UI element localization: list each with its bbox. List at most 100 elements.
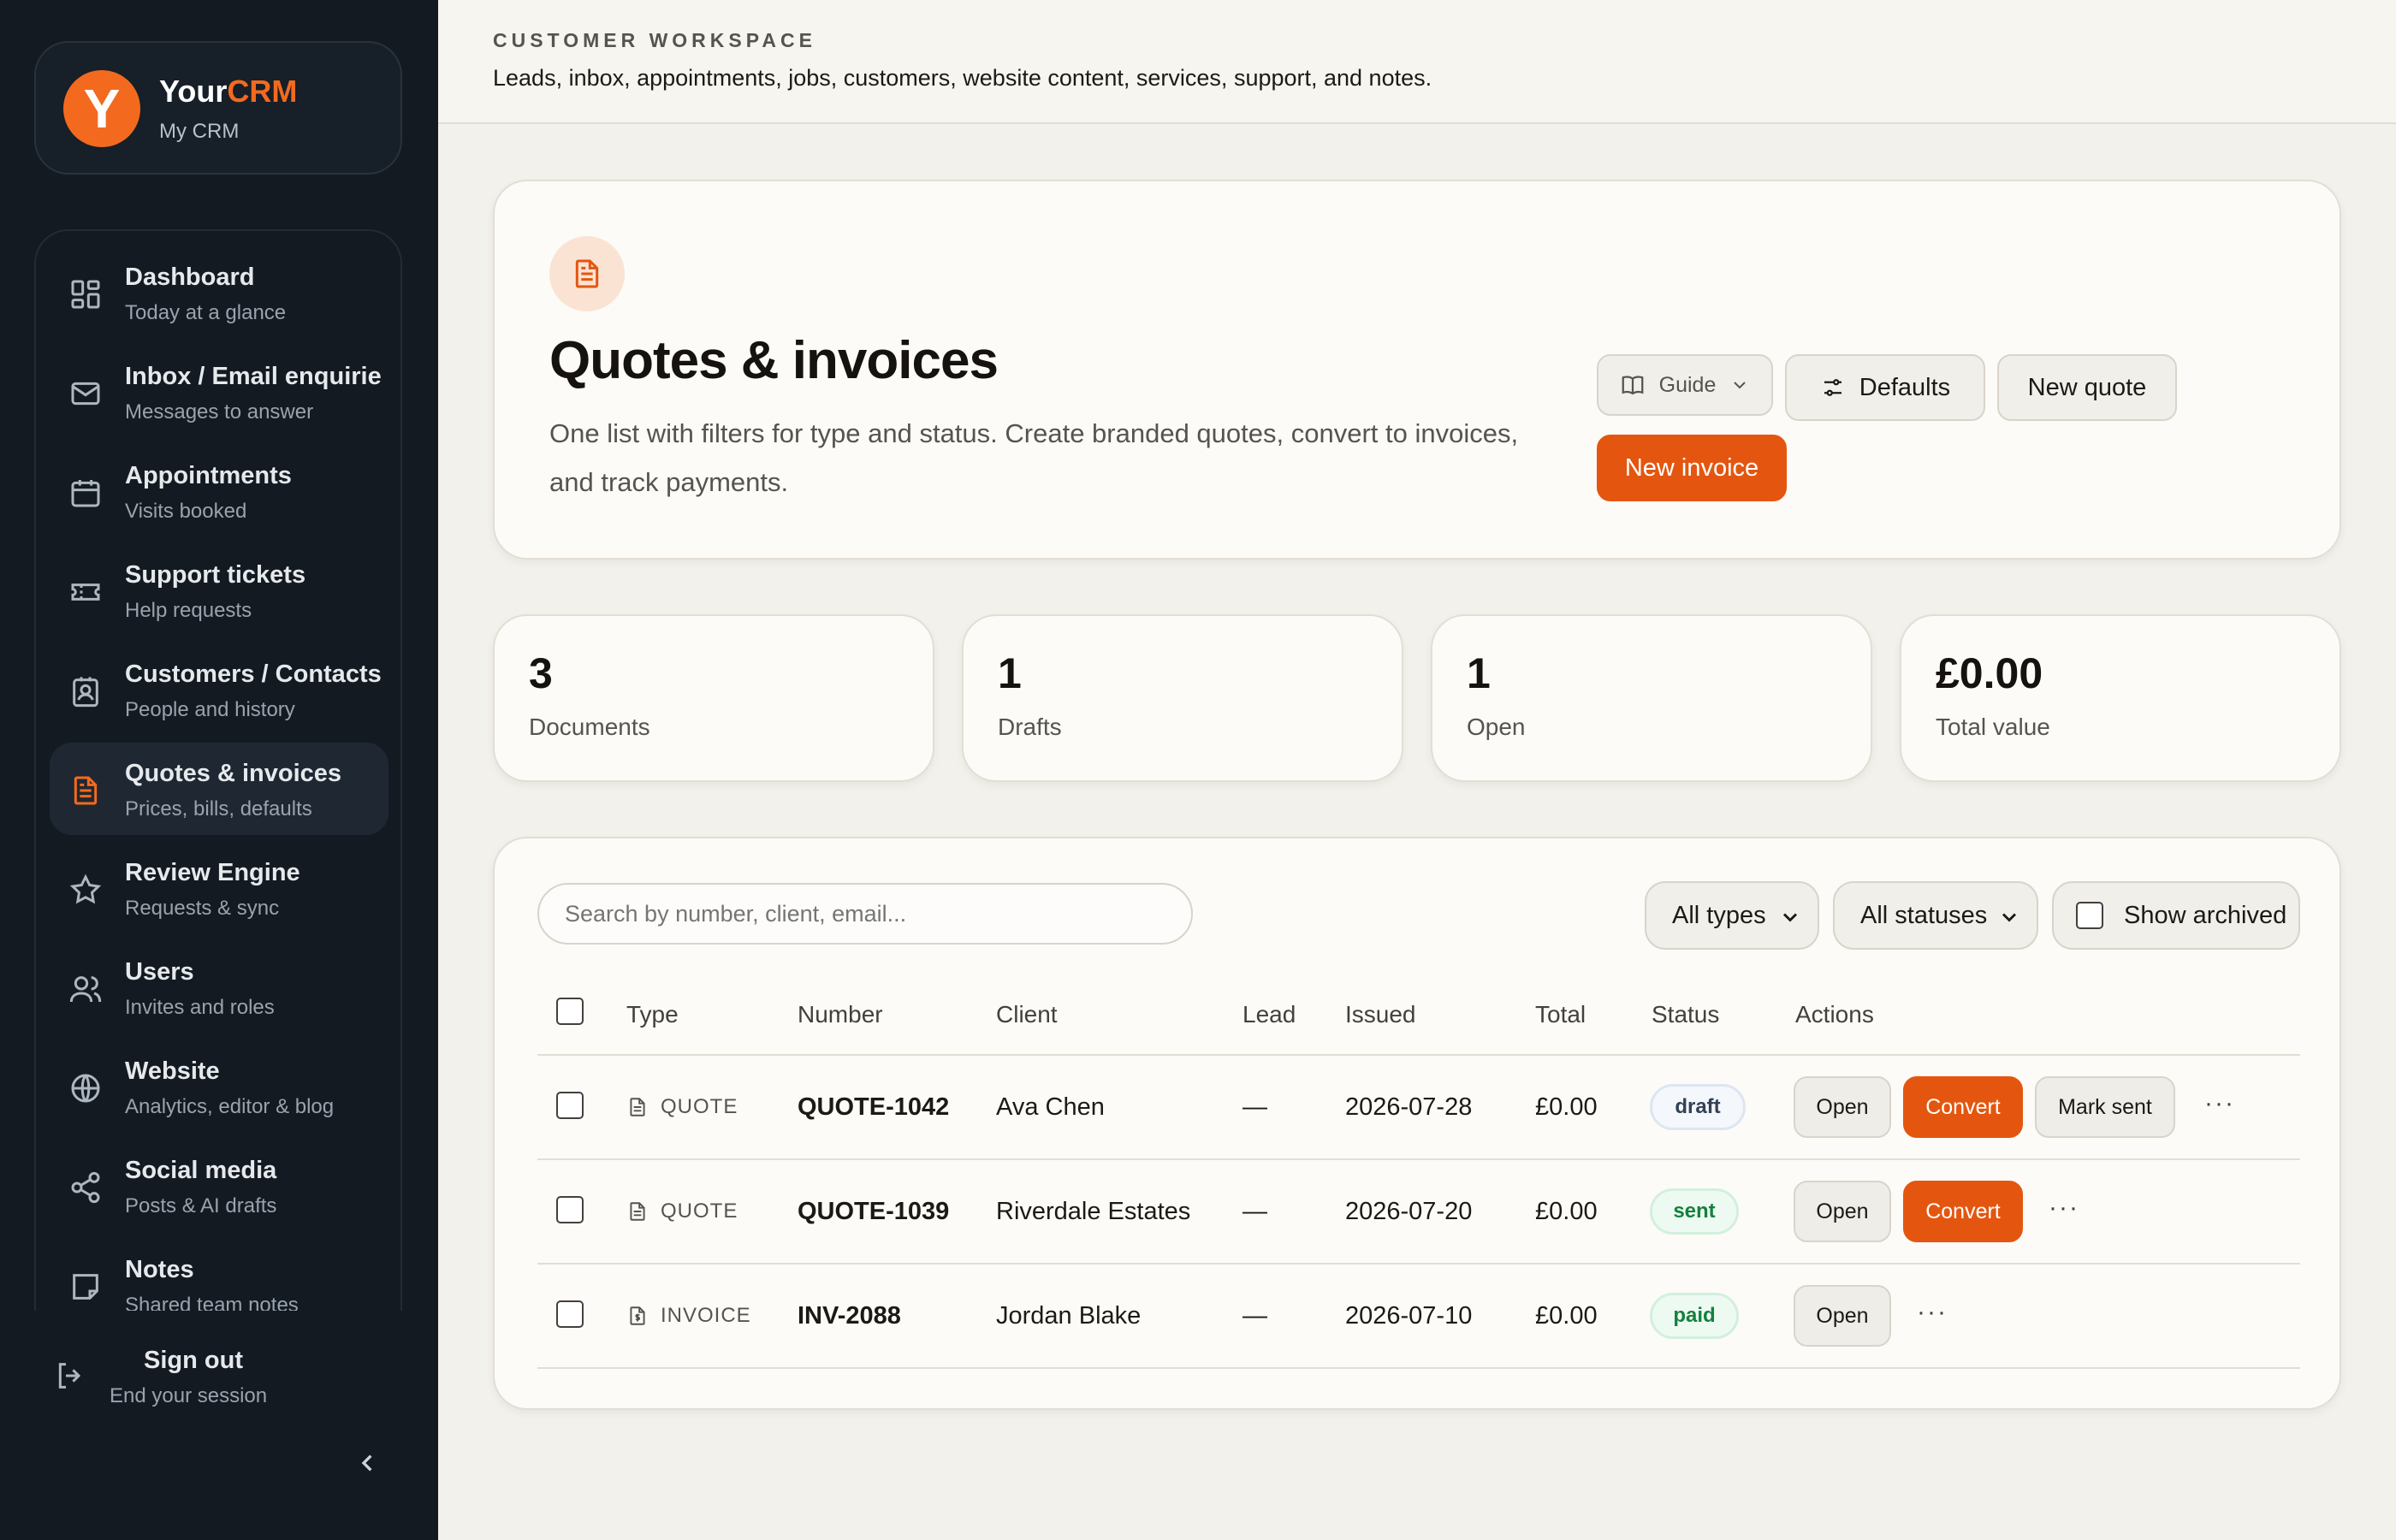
open-button[interactable]: Open <box>1794 1181 1891 1242</box>
column-header-issued[interactable]: Issued <box>1345 1001 1416 1028</box>
row-number[interactable]: QUOTE-1039 <box>798 1160 949 1263</box>
status-filter-value: All statuses <box>1860 901 1988 929</box>
sidebar-item-appointments[interactable]: Appointments Visits booked <box>50 445 388 537</box>
table-row[interactable]: INVOICE INV-2088 Jordan Blake — 2026-07-… <box>495 1265 2343 1367</box>
sidebar-item-inbox[interactable]: Inbox / Email enquiries Messages to answ… <box>50 346 388 438</box>
workspace-eyebrow: CUSTOMER WORKSPACE <box>493 29 816 51</box>
chevron-down-icon <box>2002 913 2017 922</box>
table-row[interactable]: QUOTE QUOTE-1039 Riverdale Estates — 202… <box>495 1160 2343 1263</box>
more-actions-icon[interactable]: ··· <box>2204 1091 2235 1116</box>
column-header-lead[interactable]: Lead <box>1242 1001 1296 1028</box>
defaults-button[interactable]: Defaults <box>1785 354 1985 421</box>
guide-button[interactable]: Guide <box>1597 354 1773 416</box>
document-icon <box>68 773 103 808</box>
sidebar-item-subtitle: Prices, bills, defaults <box>125 797 312 820</box>
status-badge: paid <box>1650 1293 1739 1339</box>
convert-button[interactable]: Convert <box>1903 1076 2023 1138</box>
row-issued: 2026-07-10 <box>1345 1301 1473 1330</box>
sidebar-item-notes[interactable]: Notes Shared team notes <box>50 1239 388 1311</box>
column-header-number[interactable]: Number <box>798 1001 883 1028</box>
brand-name: YourCRM <box>159 74 297 110</box>
row-divider <box>537 1367 2300 1369</box>
row-client: Riverdale Estates <box>996 1197 1191 1225</box>
collapse-sidebar-icon[interactable] <box>351 1446 385 1480</box>
sidebar-item-dashboard[interactable]: Dashboard Today at a glance <box>50 246 388 339</box>
more-actions-icon[interactable]: ··· <box>2049 1195 2079 1221</box>
page-title: Quotes & invoices <box>549 331 999 390</box>
sidebar-item-website[interactable]: Website Analytics, editor & blog <box>50 1040 388 1133</box>
stat-label: Total value <box>1936 714 2050 740</box>
open-button[interactable]: Open <box>1794 1076 1891 1138</box>
mark-sent-button[interactable]: Mark sent <box>2035 1076 2175 1138</box>
logout-icon <box>53 1359 87 1393</box>
row-number[interactable]: QUOTE-1042 <box>798 1056 949 1158</box>
top-bar: CUSTOMER WORKSPACE Leads, inbox, appoint… <box>438 0 2396 124</box>
sidebar-item-users[interactable]: Users Invites and roles <box>50 941 388 1034</box>
brand-subtitle: My CRM <box>159 120 240 143</box>
stat-label: Documents <box>529 714 650 740</box>
row-checkbox[interactable] <box>556 1092 584 1119</box>
sidebar-item-title: Inbox / Email enquiries <box>125 363 382 390</box>
column-header-status[interactable]: Status <box>1652 1001 1719 1028</box>
sidebar-item-title: Quotes & invoices <box>125 760 342 787</box>
row-type: INVOICE <box>626 1265 751 1367</box>
documents-list-card: All types All statuses Show archived Typ… <box>493 837 2341 1410</box>
row-checkbox[interactable] <box>556 1196 584 1223</box>
row-total: £0.00 <box>1535 1093 1598 1121</box>
open-button[interactable]: Open <box>1794 1285 1891 1347</box>
new-invoice-button[interactable]: New invoice <box>1597 435 1787 501</box>
type-filter-value: All types <box>1672 901 1766 929</box>
row-issued: 2026-07-28 <box>1345 1093 1473 1121</box>
search-input[interactable] <box>537 883 1193 945</box>
column-header-total[interactable]: Total <box>1535 1001 1586 1028</box>
book-icon <box>1622 376 1644 395</box>
stat-card-documents: 3 Documents <box>493 614 934 782</box>
more-actions-icon[interactable]: ··· <box>1917 1300 1948 1325</box>
stat-card-open: 1 Open <box>1431 614 1872 782</box>
convert-button[interactable]: Convert <box>1903 1181 2023 1242</box>
invoice-icon <box>630 1306 645 1325</box>
new-quote-button[interactable]: New quote <box>1997 354 2177 421</box>
column-header-client[interactable]: Client <box>996 1001 1058 1028</box>
row-number[interactable]: INV-2088 <box>798 1265 901 1367</box>
show-archived-toggle[interactable]: Show archived <box>2052 881 2300 950</box>
column-header-actions: Actions <box>1795 1001 1874 1028</box>
brand-name-part1: Your <box>159 74 228 109</box>
row-total: £0.00 <box>1535 1197 1598 1225</box>
row-lead: — <box>1242 1197 1267 1225</box>
row-checkbox[interactable] <box>556 1300 584 1328</box>
stat-card-drafts: 1 Drafts <box>962 614 1403 782</box>
sidebar-item-title: Users <box>125 958 194 986</box>
row-client: Ava Chen <box>996 1093 1105 1121</box>
sidebar-item-title: Review Engine <box>125 859 300 886</box>
status-filter-select[interactable]: All statuses <box>1833 881 2038 950</box>
status-badge: draft <box>1650 1084 1746 1130</box>
dashboard-icon <box>68 277 103 311</box>
sidebar-item-subtitle: Visits booked <box>125 500 247 523</box>
defaults-label: Defaults <box>1859 373 1951 401</box>
share-icon <box>68 1170 103 1205</box>
sidebar-item-customers[interactable]: Customers / Contacts People and history <box>50 643 388 736</box>
document-icon <box>630 1202 645 1221</box>
sidebar: Y YourCRM My CRM Dashboard Today at a gl… <box>0 0 438 1540</box>
sidebar-item-quotes-invoices[interactable]: Quotes & invoices Prices, bills, default… <box>50 743 388 835</box>
users-icon <box>68 972 103 1006</box>
ticket-icon <box>68 575 103 609</box>
brand-card[interactable]: Y YourCRM My CRM <box>34 41 402 175</box>
type-filter-select[interactable]: All types <box>1645 881 1819 950</box>
workspace-tagline: Leads, inbox, appointments, jobs, custom… <box>493 65 1432 91</box>
select-all-checkbox[interactable] <box>556 998 584 1025</box>
show-archived-checkbox[interactable] <box>2076 902 2103 929</box>
stat-label: Open <box>1467 714 1526 740</box>
sidebar-item-title: Dashboard <box>125 264 255 291</box>
chevron-down-icon <box>1734 382 1747 389</box>
sidebar-item-social-media[interactable]: Social media Posts & AI drafts <box>50 1140 388 1232</box>
column-header-type[interactable]: Type <box>626 1001 679 1028</box>
sidebar-item-title: Website <box>125 1057 220 1085</box>
row-total: £0.00 <box>1535 1301 1598 1330</box>
page-header-card: Quotes & invoices One list with filters … <box>493 180 2341 560</box>
sidebar-item-support-tickets[interactable]: Support tickets Help requests <box>50 544 388 637</box>
table-row[interactable]: QUOTE QUOTE-1042 Ava Chen — 2026-07-28 £… <box>495 1056 2343 1158</box>
sidebar-item-review-engine[interactable]: Review Engine Requests & sync <box>50 842 388 934</box>
sign-out-button[interactable]: Sign out End your session <box>34 1335 402 1420</box>
